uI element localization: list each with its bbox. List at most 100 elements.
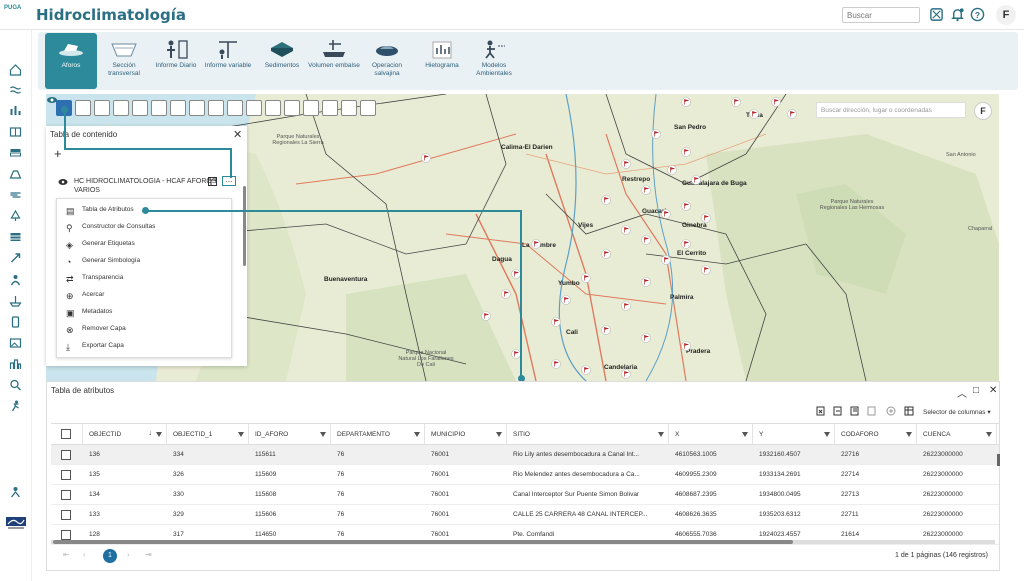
columns-icon[interactable]	[904, 406, 914, 416]
row-checkbox[interactable]	[61, 510, 71, 520]
col-header[interactable]: OBJECTID_1	[167, 424, 249, 446]
help-icon[interactable]: ?	[970, 7, 985, 22]
menu-item-transparency[interactable]: ⇄ Transparencia	[57, 270, 233, 287]
row-checkbox[interactable]	[61, 450, 71, 460]
station-marker[interactable]	[681, 97, 691, 107]
menu-item-metadata[interactable]: ▣ Metadatos	[57, 304, 233, 321]
grid-icon[interactable]	[9, 231, 22, 243]
station-marker[interactable]	[421, 153, 431, 163]
collapse-icon[interactable]: ︿	[957, 385, 967, 400]
col-header[interactable]: OBJECTID ↓	[83, 424, 167, 446]
station-marker[interactable]	[621, 301, 631, 311]
tab-modelos-ambientales[interactable]: Modelos Ambientales	[468, 33, 520, 89]
dam-icon[interactable]	[9, 168, 22, 180]
station-marker[interactable]	[641, 185, 651, 195]
station-marker[interactable]	[621, 159, 631, 169]
filter-icon[interactable]	[986, 432, 992, 437]
filter-icon[interactable]	[658, 432, 664, 437]
tab-volumen-embalse[interactable]: Volumen embalse	[308, 33, 360, 89]
export-excel-icon[interactable]	[816, 406, 826, 416]
station-marker[interactable]	[561, 295, 571, 305]
menu-item-remove-layer[interactable]: ⊗ Remover Capa	[57, 321, 233, 338]
station-marker[interactable]	[651, 129, 661, 139]
menu-item-export-layer[interactable]: ⤓ Exportar Capa	[57, 338, 233, 355]
col-header[interactable]: MUNICIPIO	[425, 424, 507, 446]
person-icon[interactable]	[9, 274, 22, 286]
row-checkbox[interactable]	[61, 470, 71, 480]
menu-item-zoom-to[interactable]: ⊕ Acercar	[57, 287, 233, 304]
station-marker[interactable]	[681, 147, 691, 157]
filter-icon[interactable]	[156, 432, 162, 437]
tab-seccion-transversal[interactable]: Sección transversal	[98, 33, 150, 89]
zoom-selection-icon[interactable]	[886, 406, 896, 416]
col-header[interactable]: CODAFORO	[835, 424, 917, 446]
station-marker[interactable]	[501, 289, 511, 299]
station-marker[interactable]	[641, 277, 651, 287]
station-marker[interactable]	[667, 165, 677, 175]
maximize-icon[interactable]: □	[973, 385, 979, 396]
station-marker[interactable]	[701, 213, 711, 223]
vertical-scrollbar[interactable]	[997, 454, 1000, 466]
book-icon[interactable]	[9, 126, 22, 138]
station-marker[interactable]	[771, 97, 781, 107]
tab-hietograma[interactable]: Hietograma	[416, 33, 468, 89]
export-csv-icon[interactable]	[833, 406, 843, 416]
settings-person-icon[interactable]	[9, 486, 22, 498]
boat-icon[interactable]	[9, 295, 22, 307]
filter-icon[interactable]	[238, 432, 244, 437]
station-marker[interactable]	[681, 239, 691, 249]
station-marker[interactable]	[551, 359, 561, 369]
add-layer-icon[interactable]: +	[54, 146, 62, 161]
filter-icon[interactable]	[742, 432, 748, 437]
table-row[interactable]: 133 329 115606 76 76001 CALLE 25 CARRERA 48 C…	[51, 505, 999, 525]
station-marker[interactable]	[661, 209, 671, 219]
row-checkbox[interactable]	[61, 530, 71, 540]
river-icon[interactable]	[9, 189, 22, 201]
filter-icon[interactable]	[906, 432, 912, 437]
last-page-icon[interactable]: ⇥	[145, 550, 152, 559]
station-marker[interactable]	[601, 195, 611, 205]
rocket-icon[interactable]	[9, 252, 22, 264]
filter-icon[interactable]	[496, 432, 502, 437]
station-marker[interactable]	[787, 109, 797, 119]
station-marker[interactable]	[661, 255, 671, 265]
avatar[interactable]: F	[996, 5, 1016, 25]
runner-icon[interactable]	[9, 400, 22, 412]
station-marker[interactable]	[581, 273, 591, 283]
station-marker[interactable]	[601, 249, 611, 259]
table-row[interactable]: 136 334 115611 76 76001 Rio Lily antes desemb…	[51, 445, 999, 465]
home-icon[interactable]	[9, 64, 22, 76]
station-marker[interactable]	[551, 317, 561, 327]
bell-icon[interactable]	[950, 7, 965, 22]
visibility-icon[interactable]	[58, 178, 68, 186]
station-marker[interactable]	[731, 97, 741, 107]
menu-item-generate-symbology[interactable]: ◔ Generar Simbología	[57, 253, 233, 270]
city-icon[interactable]	[9, 358, 22, 370]
layer-options-button[interactable]: ...	[222, 176, 236, 186]
station-marker[interactable]	[749, 109, 759, 119]
menu-item-generate-labels[interactable]: ◈ Generar Etiquetas	[57, 236, 233, 253]
close-icon[interactable]: ✕	[989, 385, 997, 396]
scrollbar-thumb[interactable]	[53, 540, 793, 544]
image-icon[interactable]	[9, 337, 22, 349]
col-header[interactable]: X	[669, 424, 753, 446]
station-marker[interactable]	[621, 225, 631, 235]
filter-icon[interactable]	[824, 432, 830, 437]
col-header[interactable]: SITIO	[507, 424, 669, 446]
select-all-checkbox[interactable]	[61, 429, 71, 439]
tab-sedimentos[interactable]: Sedimentos	[256, 33, 308, 89]
station-marker[interactable]	[601, 325, 611, 335]
station-marker[interactable]	[681, 201, 691, 211]
station-marker[interactable]	[641, 333, 651, 343]
prev-page-icon[interactable]: ‹	[83, 550, 86, 559]
tab-informe-variable[interactable]: Informe variable	[202, 33, 254, 89]
menu-item-query-builder[interactable]: ⚲ Constructor de Consultas	[57, 219, 233, 236]
table-row[interactable]: 135 326 115609 76 76001 Rio Melendez antes de…	[51, 465, 999, 485]
export-shape-icon[interactable]	[867, 406, 877, 416]
tree-icon[interactable]	[9, 210, 22, 222]
station-marker[interactable]	[481, 311, 491, 321]
map-tools-icon[interactable]	[929, 7, 944, 22]
layer-table-icon[interactable]	[208, 177, 217, 186]
station-marker[interactable]	[681, 341, 691, 351]
search-doc-icon[interactable]	[9, 379, 22, 391]
